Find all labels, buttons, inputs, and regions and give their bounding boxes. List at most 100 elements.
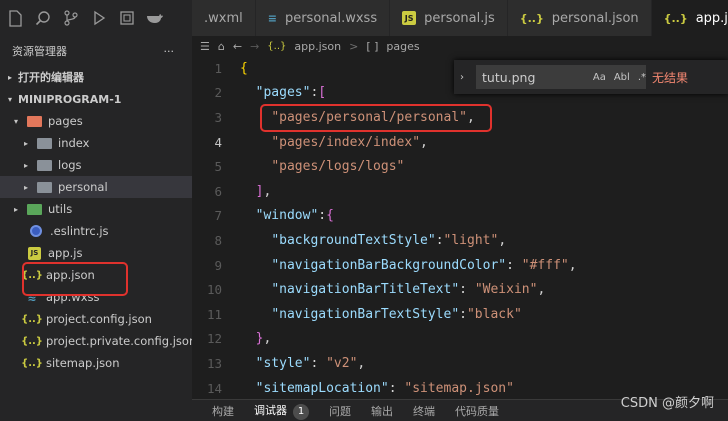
code-token: "sitemap.json": [404, 380, 514, 396]
extensions-icon[interactable]: [118, 9, 136, 27]
tab-label: personal.json: [551, 10, 639, 26]
code-line[interactable]: 5 "pages/logs/logs": [192, 154, 728, 179]
line-number: 14: [206, 380, 222, 396]
folder-icon: [36, 136, 52, 150]
line-number: 12: [206, 331, 222, 347]
project-section[interactable]: ▾ MINIPROGRAM-1: [0, 88, 192, 110]
tree-item-index[interactable]: ▸ index: [0, 132, 192, 154]
folder-icon: [26, 202, 42, 216]
tree-item-app-js[interactable]: JS app.js: [0, 242, 192, 264]
regex-toggle[interactable]: .*: [638, 72, 646, 83]
tree-item-utils[interactable]: ▸ utils: [0, 198, 192, 220]
more-actions-icon[interactable]: ···: [164, 45, 175, 58]
breadcrumb-separator: >: [349, 39, 359, 53]
code-token: "navigationBarTitleText": [271, 282, 460, 298]
tree-item-eslintrc[interactable]: .eslintrc.js: [0, 220, 192, 242]
panel-tab-problems[interactable]: 问题: [329, 403, 351, 419]
search-icon[interactable]: [34, 9, 52, 27]
chevron-right-icon: ▸: [13, 204, 18, 214]
chevron-right-icon[interactable]: ›: [460, 72, 470, 83]
tree-item-project-config[interactable]: {..} project.config.json: [0, 308, 192, 330]
forward-arrow-icon[interactable]: →: [250, 40, 259, 53]
code-line[interactable]: 13 "style": "v2",: [192, 351, 728, 376]
match-case-toggle[interactable]: Aa: [593, 72, 606, 83]
find-widget: › tutu.png Aa Abl .* 无结果: [454, 60, 728, 94]
code-token: [: [318, 85, 327, 101]
code-line[interactable]: 6 ],: [192, 179, 728, 204]
tree-item-label: project.private.config.json: [46, 334, 197, 348]
bookmark-icon[interactable]: ⌂: [218, 40, 225, 53]
debug-icon[interactable]: [90, 9, 108, 27]
source-control-icon[interactable]: [62, 9, 80, 27]
line-number: 6: [214, 183, 222, 199]
breadcrumb-file[interactable]: app.json: [294, 40, 341, 53]
explorer-header: 资源管理器 ···: [0, 36, 192, 66]
code-line[interactable]: 8 "backgroundTextStyle": "light",: [192, 228, 728, 253]
tab-personal-json[interactable]: {..} personal.json: [507, 0, 652, 36]
json-icon: {..}: [663, 11, 688, 25]
editor-tabs: .wxml ≡ personal.wxss JS personal.js {..…: [192, 0, 728, 36]
tab-personal-wxss[interactable]: ≡ personal.wxss: [255, 0, 391, 36]
code-token: ,: [420, 134, 428, 150]
tree-item-sitemap[interactable]: {..} sitemap.json: [0, 352, 192, 374]
code-line[interactable]: 9 "navigationBarBackgroundColor": "#fff"…: [192, 253, 728, 278]
code-line[interactable]: 10 "navigationBarTitleText": "Weixin",: [192, 277, 728, 302]
code-token: "v2": [326, 355, 358, 371]
breadcrumb-node[interactable]: pages: [386, 40, 419, 53]
activity-bar: [0, 0, 192, 36]
panel-tab-output[interactable]: 输出: [371, 403, 393, 419]
tab-wxml[interactable]: .wxml: [192, 0, 256, 36]
back-arrow-icon[interactable]: ←: [233, 40, 242, 53]
code-token: "sitemapLocation": [255, 380, 389, 396]
tree-item-personal[interactable]: ▸ personal: [0, 176, 192, 198]
tree-item-label: app.js: [48, 246, 83, 260]
watermark: CSDN @颜夕啊: [620, 396, 714, 411]
tree-item-logs[interactable]: ▸ logs: [0, 154, 192, 176]
json-icon: {..}: [267, 40, 287, 52]
code-line[interactable]: 7 "window":{: [192, 204, 728, 229]
panel-tab-debugger[interactable]: 调试器 1: [254, 402, 309, 420]
folder-icon: [36, 158, 52, 172]
tab-app-json[interactable]: {..} app.json: [651, 0, 728, 36]
docker-icon[interactable]: [146, 9, 164, 27]
code-line[interactable]: 12 },: [192, 327, 728, 352]
code-token: :: [506, 257, 522, 273]
code-line[interactable]: 11 "navigationBarTextStyle": "black": [192, 302, 728, 327]
code-token: ,: [263, 331, 272, 347]
whole-word-toggle[interactable]: Abl: [614, 72, 630, 83]
list-icon[interactable]: ☰: [200, 40, 210, 53]
open-editors-section[interactable]: ▸ 打开的编辑器: [0, 66, 192, 88]
code-editor[interactable]: ☰ ⌂ ← → {..} app.json > [ ] pages 1 {2 "p…: [192, 36, 728, 399]
tab-label: personal.js: [424, 10, 495, 26]
code-token: ,: [498, 232, 507, 248]
eslint-icon: [30, 225, 42, 237]
tree-item-project-private-config[interactable]: {..} project.private.config.json: [0, 330, 196, 352]
code-line[interactable]: 4 "pages/index/index",: [192, 130, 728, 155]
folder-icon: [36, 180, 52, 194]
code-token: "navigationBarBackgroundColor": [271, 257, 507, 273]
find-input[interactable]: tutu.png Aa Abl .*: [476, 65, 646, 89]
json-icon: {..}: [21, 335, 43, 347]
tab-personal-js[interactable]: JS personal.js: [390, 0, 508, 36]
files-icon[interactable]: [6, 9, 24, 27]
line-number: 10: [206, 282, 222, 298]
code-token: ]: [255, 183, 264, 199]
tree-item-label: .eslintrc.js: [50, 224, 109, 238]
tree-item-label: personal: [58, 180, 108, 194]
line-number: 11: [206, 306, 222, 322]
panel-tab-code-quality[interactable]: 代码质量: [455, 403, 499, 419]
panel-tab-terminal[interactable]: 终端: [413, 403, 435, 419]
json-icon: {..}: [21, 313, 43, 325]
css-icon: ≡: [267, 11, 277, 25]
tree-item-label: project.config.json: [46, 312, 152, 326]
line-number: 9: [214, 257, 222, 273]
code-token: :: [310, 85, 319, 101]
panel-tab-build[interactable]: 构建: [212, 403, 234, 419]
folder-icon: [26, 114, 42, 128]
highlight-box-app-json: [22, 262, 128, 296]
tree-item-pages[interactable]: ▾ pages: [0, 110, 192, 132]
